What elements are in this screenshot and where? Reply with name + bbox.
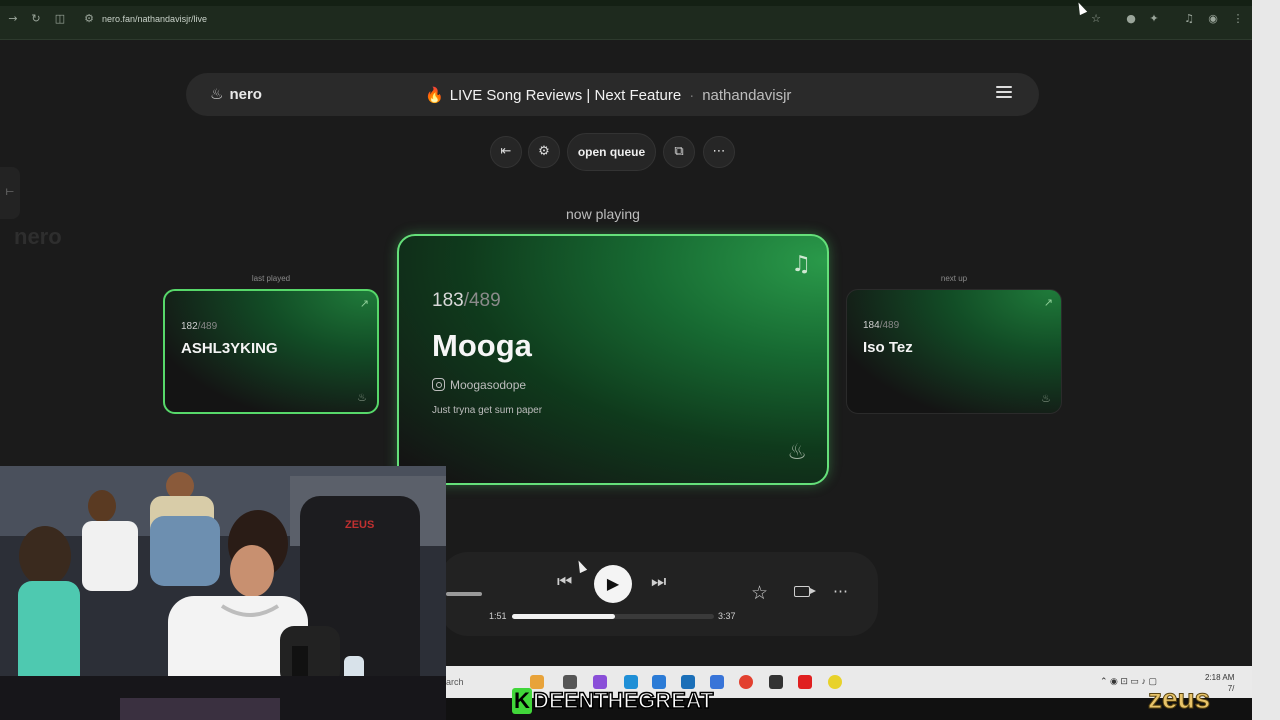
explorer-icon[interactable] [710,675,724,689]
streamer-name-tag: K DEENTHEGREAT [512,687,714,714]
task-view-icon[interactable] [563,675,577,689]
brand-logo[interactable]: ♨ nero [210,85,262,103]
norton-icon[interactable] [828,675,842,689]
host-username[interactable]: nathandavisjr [702,87,791,104]
more-options-button[interactable]: ⋯ [703,136,735,168]
browser-toolbar: → ↻ ◫ ⚙ nero.fan/nathandavisjr/live ☆ ● … [0,0,1252,40]
settings-button[interactable]: ⚙ [528,136,560,168]
play-icon: ▶ [606,574,620,593]
external-link-icon[interactable]: ↗ [1044,296,1053,309]
webcam-overlay: ZEUS [0,466,446,720]
svg-text:ZEUS: ZEUS [345,519,374,531]
exit-button[interactable]: ⇤ [490,136,522,168]
last-played-label: last played [251,274,291,283]
instagram-handle: Moogasodope [450,378,527,392]
next-up-label: next up [940,274,968,283]
player-more-icon[interactable]: ⋯ [833,582,848,600]
volume-slider[interactable] [446,592,482,596]
queue-position: 182/489 [181,321,217,332]
gear-icon: ⚙ [538,144,550,159]
hamburger-menu-icon[interactable] [996,86,1012,100]
clock-date: 7/ [1227,684,1235,693]
ellipsis-icon: ⋯ [712,144,726,159]
audio-player [440,552,878,636]
position-number: 183 [432,290,464,311]
artist-name: ASHL3YKING [181,340,278,357]
queue-total: /489 [879,320,900,331]
tab-strip [0,0,1252,6]
queue-total: /489 [463,290,501,311]
weather-icon[interactable] [530,675,544,689]
position-number: 182 [181,321,198,332]
share-icon: ⧉ [674,144,684,159]
profile-avatar-icon[interactable]: ◉ [1206,12,1220,26]
streamer-initial: K [512,688,532,714]
previous-track-icon[interactable]: ⏮ [557,572,572,592]
live-title: 🔥 LIVE Song Reviews | Next Feature · nathan… [425,86,791,104]
app-icon[interactable] [769,675,783,689]
sign-out-icon: ⇤ [500,144,512,159]
last-played-card[interactable]: ↗ 182/489 ASHL3YKING ♨ [163,289,379,414]
star-icon[interactable]: ☆ [751,582,768,604]
reload-icon[interactable]: ↻ [29,12,43,26]
external-link-icon[interactable]: ↗ [360,297,369,310]
queue-position: 183/489 [432,290,501,312]
flame-icon: ♨ [787,440,807,465]
next-track-icon[interactable]: ⏭ [651,572,666,592]
site-info-icon[interactable]: ⚙ [82,12,96,26]
flame-icon: ♨ [1041,392,1051,405]
next-up-card[interactable]: ↗ 184/489 Iso Tez ♨ [846,289,1062,414]
open-queue-button[interactable]: open queue [567,133,656,171]
copilot-icon[interactable] [593,675,607,689]
media-controls-icon[interactable]: ♫ [1182,12,1196,26]
live-title-text: LIVE Song Reviews | Next Feature [449,87,682,104]
queue-total: /489 [197,321,218,332]
youtube-icon[interactable] [798,675,812,689]
track-duration: 3:37 [718,611,736,621]
chrome-icon[interactable] [739,675,753,689]
flame-icon: ♨ [357,391,367,404]
webcam-scene: ZEUS [0,466,446,720]
progress-bar[interactable] [512,614,714,619]
mail-icon[interactable] [681,675,695,689]
position-number: 184 [863,320,880,331]
store-icon[interactable] [652,675,666,689]
artist-name: Mooga [432,328,532,363]
elapsed-time: 1:51 [489,611,507,621]
zeus-watermark: zeus [1147,683,1211,715]
play-button[interactable]: ▶ [594,565,632,603]
share-button[interactable]: ⧉ [663,136,695,168]
flame-logo-icon: ♨ [210,85,224,103]
extensions-puzzle-icon[interactable]: ✦ [1147,12,1161,26]
video-camera-icon[interactable] [794,586,816,597]
now-playing-label: now playing [566,206,640,222]
address-bar[interactable]: nero.fan/nathandavisjr/live [102,14,207,24]
side-panel-toggle[interactable]: ⊢ [0,167,20,219]
brand-name: nero [229,86,262,103]
sidebar-icon[interactable]: ◫ [53,12,67,26]
music-note-icon: ♫ [791,252,811,277]
browser-menu-icon[interactable]: ⋮ [1231,12,1245,26]
ghost-logo: nero [14,224,62,249]
screen: → ↻ ◫ ⚙ nero.fan/nathandavisjr/live ☆ ● … [0,0,1280,720]
now-playing-card[interactable]: ♫ 183/489 Mooga Moogasodope Just tryna g… [397,234,829,485]
bookmark-star-icon[interactable]: ☆ [1089,12,1103,26]
instagram-link[interactable]: Moogasodope [432,378,526,392]
queue-position: 184/489 [863,320,899,331]
forward-icon[interactable]: → [6,12,20,26]
artist-name: Iso Tez [863,339,913,356]
edge-icon[interactable] [624,675,638,689]
extension-icon[interactable]: ● [1124,12,1138,26]
instagram-icon [432,378,445,391]
fire-icon: 🔥 [425,86,444,104]
desktop-edge [1252,0,1280,720]
streamer-name: DEENTHEGREAT [532,687,714,714]
progress-fill [512,614,616,619]
title-separator: · [689,87,695,104]
taskbar-search[interactable]: arch [446,677,464,687]
song-tagline: Just tryna get sum paper [432,405,543,416]
clock-time: 2:18 AM [1205,673,1235,682]
